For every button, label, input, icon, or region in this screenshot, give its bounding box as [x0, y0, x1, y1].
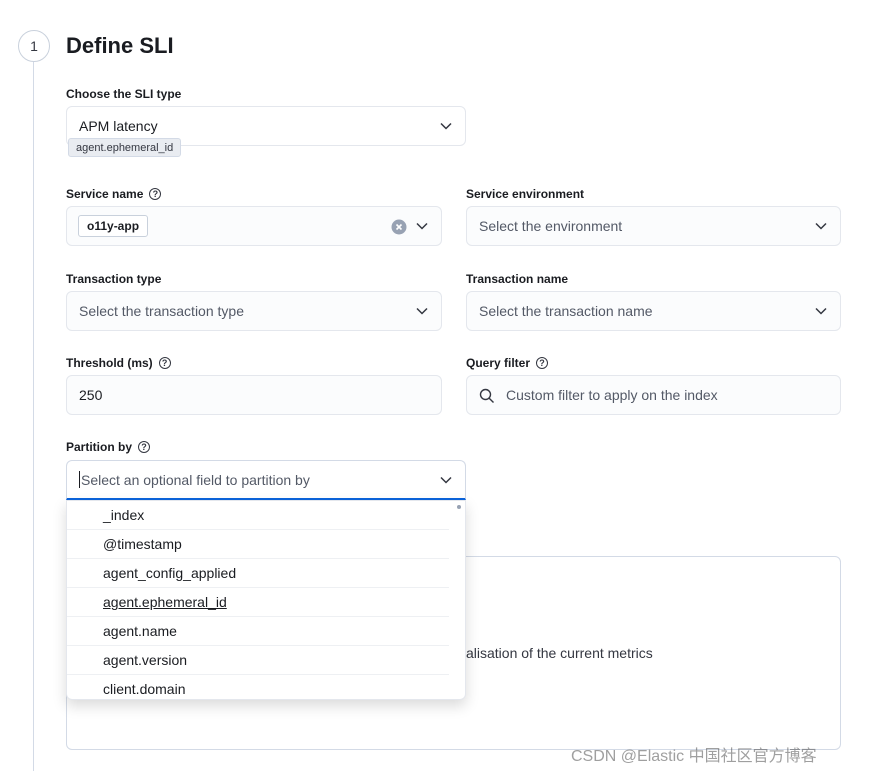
partition-option-highlighted[interactable]: agent.ephemeral_id — [67, 588, 449, 617]
help-icon[interactable]: ? — [149, 188, 162, 200]
chevron-down-icon[interactable] — [439, 473, 453, 487]
query-filter-label: Query filter ? — [466, 355, 549, 371]
chevron-down-icon — [814, 219, 828, 233]
transaction-type-label-text: Transaction type — [66, 272, 162, 286]
step-title: Define SLI — [66, 33, 174, 58]
chevron-down-icon — [439, 119, 453, 133]
chevron-down-icon[interactable] — [415, 219, 429, 233]
service-environment-placeholder: Select the environment — [479, 218, 623, 234]
sli-type-label: Choose the SLI type — [66, 86, 181, 102]
service-environment-label: Service environment — [466, 186, 584, 202]
service-name-label: Service name ? — [66, 186, 162, 202]
search-icon — [479, 388, 495, 404]
service-name-combobox[interactable]: o11y-app — [66, 206, 442, 246]
threshold-value: 250 — [79, 387, 103, 403]
partition-option[interactable]: @timestamp — [67, 530, 449, 559]
threshold-label-text: Threshold (ms) — [66, 356, 153, 370]
partition-by-label: Partition by ? — [66, 439, 151, 455]
help-icon[interactable]: ? — [536, 357, 549, 369]
transaction-type-placeholder: Select the transaction type — [79, 303, 244, 319]
service-environment-label-text: Service environment — [466, 187, 585, 201]
transaction-name-placeholder: Select the transaction name — [479, 303, 653, 319]
query-filter-placeholder: Custom filter to apply on the index — [506, 387, 718, 403]
partition-by-label-text: Partition by — [66, 440, 133, 454]
service-name-label-text: Service name — [66, 187, 144, 201]
query-filter-input[interactable]: Custom filter to apply on the index — [466, 375, 841, 415]
partition-option[interactable]: client.domain — [67, 675, 449, 699]
text-caret — [79, 471, 80, 488]
dropdown-scrollbar[interactable] — [457, 505, 461, 509]
transaction-type-select[interactable]: Select the transaction type — [66, 291, 442, 331]
service-name-pill[interactable]: o11y-app — [78, 215, 149, 237]
clear-icon[interactable] — [391, 219, 407, 235]
step-number-badge: 1 — [18, 30, 50, 62]
partition-by-placeholder: Select an optional field to partition by — [81, 471, 310, 488]
chevron-down-icon — [415, 304, 429, 318]
transaction-name-select[interactable]: Select the transaction name — [466, 291, 841, 331]
sli-type-label-text: Choose the SLI type — [66, 87, 182, 101]
watermark: CSDN @Elastic 中国社区官方博客 — [571, 748, 817, 765]
sli-type-value: APM latency — [79, 118, 158, 134]
help-icon[interactable]: ? — [158, 357, 171, 369]
service-environment-select[interactable]: Select the environment — [466, 206, 841, 246]
partition-option[interactable]: _index — [67, 501, 449, 530]
threshold-label: Threshold (ms) ? — [66, 355, 171, 371]
partition-by-options-list: _index @timestamp agent_config_applied a… — [66, 500, 466, 700]
transaction-type-label: Transaction type — [66, 271, 161, 287]
partition-option[interactable]: agent.version — [67, 646, 449, 675]
chevron-down-icon — [814, 304, 828, 318]
transaction-name-label-text: Transaction name — [466, 272, 569, 286]
step-connector-line — [33, 62, 34, 771]
partition-option[interactable]: agent.name — [67, 617, 449, 646]
field-tooltip: agent.ephemeral_id — [68, 138, 182, 157]
preview-panel-text: alisation of the current metrics — [466, 645, 653, 661]
partition-option[interactable]: agent_config_applied — [67, 559, 449, 588]
query-filter-label-text: Query filter — [466, 356, 531, 370]
partition-by-combobox[interactable]: Select an optional field to partition by — [66, 460, 466, 500]
help-icon[interactable]: ? — [138, 441, 151, 453]
transaction-name-label: Transaction name — [466, 271, 568, 287]
threshold-input[interactable]: 250 — [66, 375, 442, 415]
